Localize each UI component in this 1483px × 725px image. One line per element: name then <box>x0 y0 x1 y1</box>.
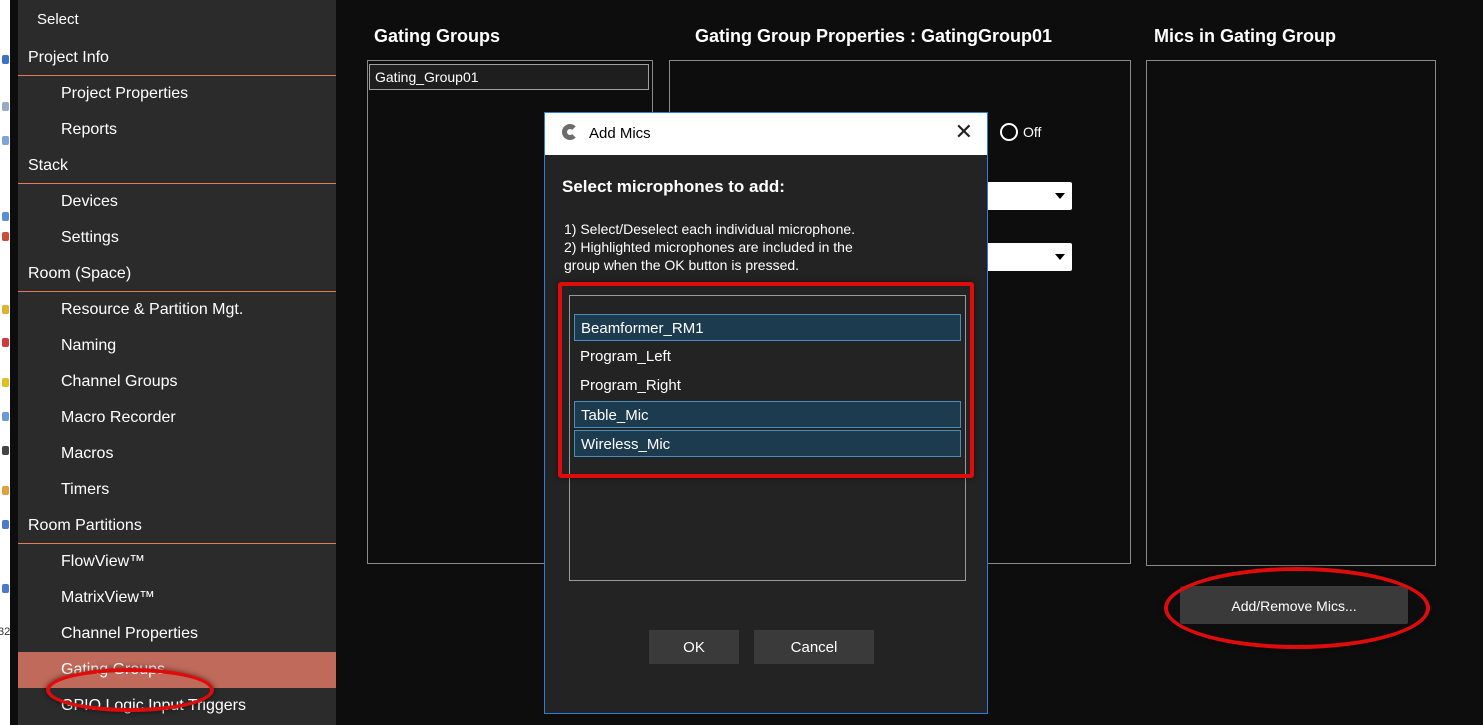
sidebar-item-reports[interactable]: Reports <box>18 112 336 148</box>
annotation-highlight-rect <box>558 282 974 478</box>
sidebar-item-select[interactable]: Select <box>18 7 336 33</box>
close-icon[interactable]: ✕ <box>955 119 973 145</box>
sidebar-item-timers[interactable]: Timers <box>18 472 336 508</box>
sidebar: Select Project Info Project Properties Rep… <box>18 0 336 725</box>
sidebar-item-channel-groups[interactable]: Channel Groups <box>18 364 336 400</box>
toolbar-icon <box>2 338 9 347</box>
radio-off-label: Off <box>1023 124 1042 140</box>
background-window-sliver: 32 <box>0 0 10 725</box>
instruction-line: 2) Highlighted microphones are included … <box>564 239 853 255</box>
toolbar-icon <box>2 378 9 387</box>
sidebar-item-room-space[interactable]: Room (Space) <box>18 256 336 292</box>
sidebar-item-flowview[interactable]: FlowView™ <box>18 544 336 580</box>
toolbar-icon <box>2 55 9 64</box>
dialog-titlebar: Add Mics ✕ <box>545 113 987 155</box>
partial-number: 32 <box>0 626 11 638</box>
sidebar-item-room-partitions[interactable]: Room Partitions <box>18 508 336 544</box>
dialog-heading: Select microphones to add: <box>562 177 785 196</box>
instruction-line: group when the OK button is pressed. <box>564 257 800 273</box>
dialog-title: Add Mics <box>589 125 651 142</box>
chevron-down-icon <box>1055 254 1065 260</box>
gating-group-item[interactable]: Gating_Group01 <box>369 64 649 90</box>
cancel-button[interactable]: Cancel <box>754 630 874 664</box>
dialog-instructions: 1) Select/Deselect each individual micro… <box>564 220 964 286</box>
sidebar-item-devices[interactable]: Devices <box>18 184 336 220</box>
sidebar-item-macros[interactable]: Macros <box>18 436 336 472</box>
sidebar-item-settings[interactable]: Settings <box>18 220 336 256</box>
sidebar-item-stack[interactable]: Stack <box>18 148 336 184</box>
mics-in-group-header: Mics in Gating Group <box>1154 26 1337 46</box>
mics-in-group-list <box>1146 60 1436 566</box>
toolbar-icon <box>2 412 9 421</box>
sidebar-item-macro-recorder[interactable]: Macro Recorder <box>18 400 336 436</box>
toolbar-icon <box>2 584 9 593</box>
toolbar-icon <box>2 212 9 221</box>
sidebar-item-project-info[interactable]: Project Info <box>18 40 336 76</box>
toolbar-icon <box>2 305 9 314</box>
radio-circle-icon <box>1000 123 1018 141</box>
sidebar-item-project-properties[interactable]: Project Properties <box>18 76 336 112</box>
sidebar-item-naming[interactable]: Naming <box>18 328 336 364</box>
sidebar-item-channel-properties[interactable]: Channel Properties <box>18 616 336 652</box>
radio-off[interactable]: Off <box>1000 123 1041 141</box>
toolbar-icon <box>2 486 9 495</box>
instruction-line: 1) Select/Deselect each individual micro… <box>564 221 856 237</box>
toolbar-icon <box>2 446 9 455</box>
properties-header: Gating Group Properties : GatingGroup01 <box>695 26 1053 46</box>
sidebar-item-gpio-logic-input-triggers[interactable]: GPIO Logic Input Triggers <box>18 688 336 724</box>
ok-button[interactable]: OK <box>649 630 739 664</box>
gating-groups-header: Gating Groups <box>374 26 500 46</box>
toolbar-icon <box>2 102 9 111</box>
add-remove-mics-button[interactable]: Add/Remove Mics... <box>1180 586 1408 624</box>
app-logo-icon <box>562 124 578 140</box>
chevron-down-icon <box>1055 193 1065 199</box>
toolbar-icon <box>2 232 9 241</box>
toolbar-icon <box>2 136 9 145</box>
sidebar-item-gating-groups[interactable]: Gating Groups <box>18 652 336 688</box>
toolbar-icon <box>2 520 9 529</box>
sidebar-item-resource-partition-mgt[interactable]: Resource & Partition Mgt. <box>18 292 336 328</box>
sidebar-item-matrixview[interactable]: MatrixView™ <box>18 580 336 616</box>
